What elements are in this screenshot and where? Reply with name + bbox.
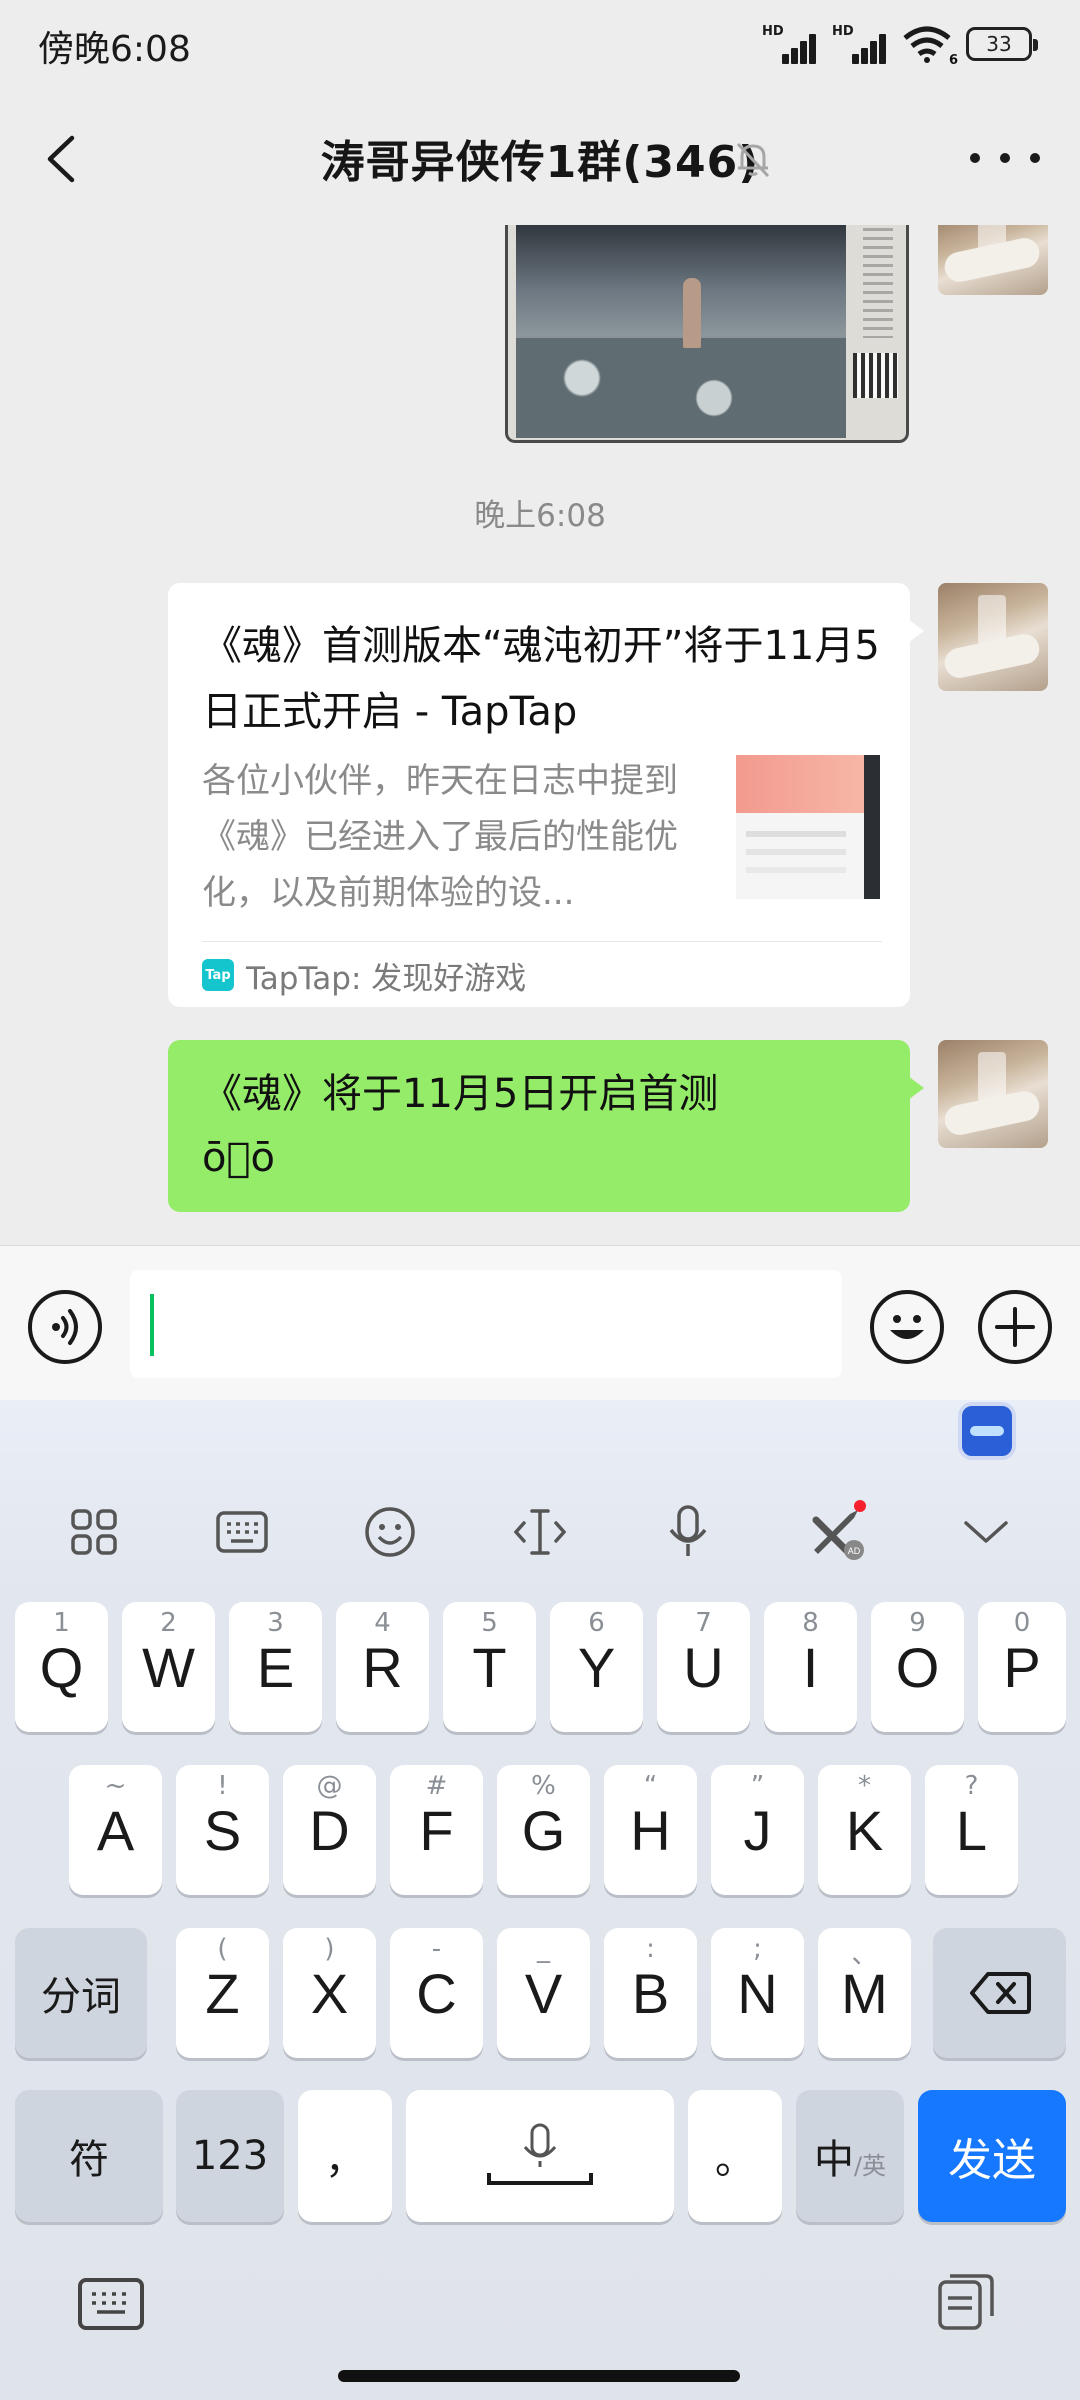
avatar[interactable] [938, 225, 1048, 295]
key-z[interactable]: (Z [176, 1928, 269, 2058]
key-m[interactable]: 、 M [818, 1928, 911, 2058]
message-list[interactable]: 晚上6:08 《魂》首测版本“魂沌初开”将于11月5日正式开启 - TapTap… [0, 225, 1080, 1245]
wifi-icon: 6 [902, 24, 958, 68]
link-card-description: 各位小伙伴，昨天在日志中提到《魂》已经进入了最后的性能优化，以及前期体验的设..… [202, 761, 678, 913]
status-icons: HD HD 6 33 [762, 24, 1038, 68]
emoji-button[interactable] [870, 1290, 944, 1364]
key-w[interactable]: 2W [122, 1602, 215, 1732]
symbols-key[interactable]: 符 [15, 2090, 163, 2222]
link-card-thumbnail [736, 755, 880, 899]
key-r[interactable]: 4R [336, 1602, 429, 1732]
status-time: 傍晚6:08 [38, 29, 191, 70]
period-key[interactable]: 。 [688, 2090, 782, 2222]
chat-header: 涛哥异侠传1群(346) [0, 90, 1080, 225]
key-i[interactable]: 8I [764, 1602, 857, 1732]
keyboard-mascot-icon[interactable] [958, 1402, 1016, 1460]
text-message[interactable]: 《魂》将于11月5日开启首测 ō ō [168, 1040, 924, 1212]
backspace-icon [969, 1972, 1031, 2014]
emoji-icon [890, 1315, 924, 1339]
key-q[interactable]: 1Q [15, 1602, 108, 1732]
clipboard-icon[interactable] [936, 2272, 996, 2332]
message-input[interactable] [130, 1270, 842, 1378]
chevron-down-icon[interactable] [954, 1500, 1018, 1564]
voice-icon [52, 1309, 78, 1345]
key-y[interactable]: 6Y [550, 1602, 643, 1732]
chat-title: 涛哥异侠传1群(346) [320, 137, 760, 188]
svg-text:AD: AD [848, 1546, 861, 1556]
comma-key[interactable]: ， [298, 2090, 392, 2222]
send-key[interactable]: 发送 [918, 2090, 1066, 2222]
key-t[interactable]: 5T [443, 1602, 536, 1732]
image-message[interactable] [505, 225, 909, 443]
numbers-key[interactable]: 123 [176, 2090, 284, 2222]
emoji-icon[interactable] [358, 1500, 422, 1564]
battery-icon: 33 [966, 27, 1038, 61]
taptap-logo-icon: Tap [202, 959, 234, 991]
avatar[interactable] [938, 1040, 1048, 1148]
soft-keyboard: AD 1Q 2W 3E 4R 5T 6Y 7U 8I 9O 0P ~ A ! S @… [0, 1400, 1080, 2400]
signal-icon: HD [832, 24, 888, 64]
language-toggle-key[interactable]: 中/英 [796, 2090, 904, 2222]
text-caret [150, 1294, 154, 1356]
more-functions-button[interactable] [978, 1290, 1052, 1364]
language-sub-label: /英 [853, 2151, 887, 2180]
link-card-source: Tap TapTap: 发现好游戏 [202, 955, 527, 997]
status-bar: 傍晚6:08 HD HD 6 33 [0, 0, 1080, 90]
grid-icon[interactable] [62, 1500, 126, 1564]
keyboard-icon[interactable] [210, 1500, 274, 1564]
battery-level: 33 [986, 32, 1012, 56]
key-p[interactable]: 0P [978, 1602, 1066, 1732]
key-k[interactable]: * K [818, 1765, 911, 1895]
keyboard-switch-icon[interactable] [78, 2278, 144, 2330]
key-l[interactable]: ? L [925, 1765, 1018, 1895]
space-key[interactable] [406, 2090, 674, 2222]
ad-game-icon[interactable]: AD [804, 1500, 868, 1564]
avatar[interactable] [938, 583, 1048, 691]
key-x[interactable]: ) X [283, 1928, 376, 2058]
key-o[interactable]: 9O [871, 1602, 964, 1732]
plus-icon [995, 1307, 1035, 1347]
key-v[interactable]: _ V [497, 1928, 590, 2058]
link-card-source-label: TapTap: 发现好游戏 [246, 960, 527, 997]
cursor-icon[interactable] [508, 1500, 572, 1564]
link-card-message[interactable]: 《魂》首测版本“魂沌初开”将于11月5日正式开启 - TapTap 各位小伙伴，… [168, 583, 924, 1007]
signal-icon: HD [762, 24, 818, 64]
link-card-title: 《魂》首测版本“魂沌初开”将于11月5日正式开启 - TapTap [202, 623, 880, 735]
divider [202, 941, 882, 942]
backspace-key[interactable] [933, 1928, 1066, 2058]
home-indicator[interactable] [338, 2370, 740, 2382]
key-f[interactable]: # F [390, 1765, 483, 1895]
chat-input-bar [0, 1245, 1080, 1400]
key-e[interactable]: 3E [229, 1602, 322, 1732]
more-options-icon[interactable] [970, 148, 1040, 168]
key-s[interactable]: ! S [176, 1765, 269, 1895]
key-n[interactable]: ; N [711, 1928, 804, 2058]
key-g[interactable]: % G [497, 1765, 590, 1895]
message-timestamp: 晚上6:08 [474, 498, 606, 534]
key-b[interactable]: :B [604, 1928, 697, 2058]
key-h[interactable]: “H [604, 1765, 697, 1895]
microphone-icon[interactable] [656, 1500, 720, 1564]
key-j[interactable]: ” J [711, 1765, 804, 1895]
text-message-body: 《魂》将于11月5日开启首测 ō ō [202, 1071, 719, 1181]
signal-label: HD [762, 24, 784, 39]
mute-bell-icon [732, 138, 774, 180]
wifi-label: 6 [948, 53, 958, 68]
key-d[interactable]: @ D [283, 1765, 376, 1895]
key-u[interactable]: 7U [657, 1602, 750, 1732]
voice-input-button[interactable] [28, 1290, 102, 1364]
segment-key[interactable]: 分词 [15, 1928, 147, 2058]
key-a[interactable]: ~ A [69, 1765, 162, 1895]
signal-label: HD [832, 24, 854, 39]
language-main-label: 中 [813, 2137, 854, 2183]
key-c[interactable]: -C [390, 1928, 483, 2058]
microphone-icon [487, 2123, 593, 2185]
